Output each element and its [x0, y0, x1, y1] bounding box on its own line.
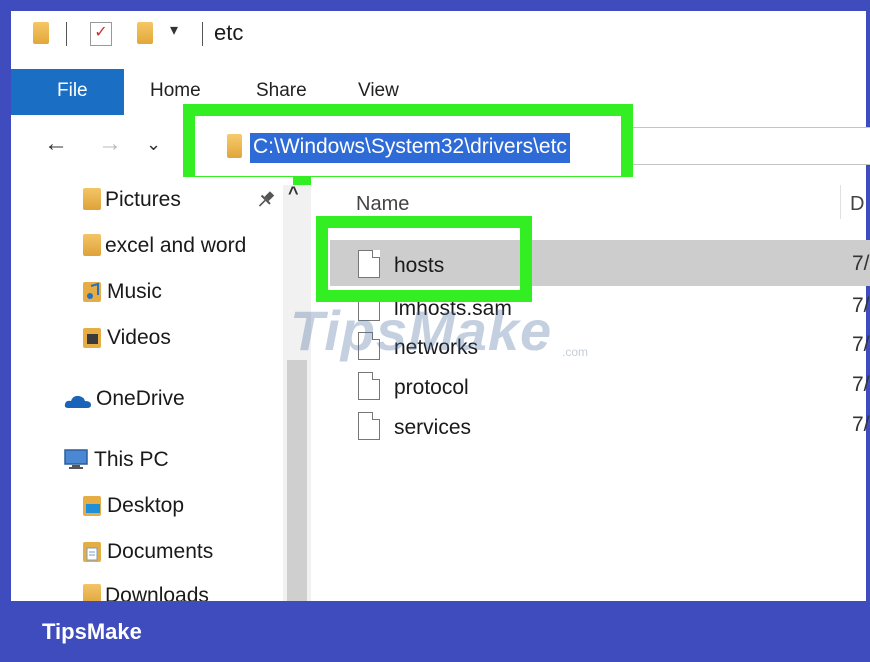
pictures-folder-icon [83, 188, 101, 210]
window-title: etc [214, 20, 244, 45]
file-icon [358, 372, 380, 400]
file-date: 7/ [852, 373, 870, 396]
customize-dropdown-icon[interactable]: ▾ [170, 20, 178, 40]
documents-folder-icon [83, 540, 103, 568]
computer-icon [64, 448, 90, 476]
column-header-date[interactable]: D [850, 193, 864, 216]
back-arrow-icon[interactable]: ← [44, 130, 68, 158]
onedrive-cloud-icon [64, 391, 92, 415]
file-name: services [394, 416, 472, 439]
file-date: 7/ [852, 333, 870, 356]
watermark-logo: TipsMake [290, 299, 553, 362]
sidebar-item-label: Music [107, 280, 162, 303]
file-name: protocol [394, 376, 469, 399]
tab-view[interactable]: View [358, 80, 399, 102]
file-date: 7/ [852, 252, 870, 275]
sidebar-item-label: excel and word [105, 234, 247, 257]
frame-right-border [866, 0, 870, 662]
sidebar-item-label: Pictures [105, 188, 181, 211]
sidebar-item-label: This PC [94, 448, 169, 471]
scroll-up-chevron-icon[interactable]: ^ [288, 183, 299, 204]
hosts-highlight-box [316, 216, 532, 302]
sidebar-item-documents[interactable]: Documents [83, 540, 213, 570]
sidebar-item-pictures[interactable]: Pictures [83, 188, 181, 218]
tab-home[interactable]: Home [150, 80, 201, 102]
new-folder-icon[interactable] [137, 22, 153, 44]
file-row-services[interactable]: services [358, 412, 471, 446]
recent-locations-chevron-icon[interactable]: ⌄ [146, 134, 161, 155]
sidebar-item-music[interactable]: Music [83, 280, 162, 310]
desktop-folder-icon [83, 494, 103, 522]
column-header-name[interactable]: Name [356, 193, 409, 216]
address-bar-extension[interactable] [633, 127, 870, 165]
file-row-protocol[interactable]: protocol [358, 372, 469, 406]
sidebar-item-this-pc[interactable]: This PC [64, 448, 169, 478]
sidebar-item-desktop[interactable]: Desktop [83, 494, 184, 524]
sidebar-item-label: Desktop [107, 494, 185, 517]
sidebar-item-videos[interactable]: Videos [83, 326, 171, 356]
file-date: 7/ [852, 413, 870, 436]
tab-file[interactable]: File [11, 69, 124, 115]
address-path-input[interactable]: C:\Windows\System32\drivers\etc [250, 133, 570, 163]
music-folder-icon [83, 280, 103, 308]
sidebar-item-label: OneDrive [96, 387, 185, 410]
frame-left-border [0, 0, 11, 662]
folder-icon[interactable] [33, 22, 49, 44]
file-icon [358, 412, 380, 440]
sidebar-item-label: Videos [107, 326, 171, 349]
tab-share[interactable]: Share [256, 80, 307, 102]
watermark-suffix: .com [562, 345, 589, 359]
sidebar-item-label: Documents [107, 540, 214, 563]
nav-pane-scroll-thumb[interactable] [287, 360, 307, 602]
videos-folder-icon [83, 326, 103, 354]
toolbar-separator [66, 22, 67, 46]
column-divider[interactable] [840, 185, 841, 219]
folder-icon [227, 134, 242, 158]
sidebar-item-excel-and-word[interactable]: excel and word [83, 234, 246, 264]
file-date: 7/ [852, 294, 870, 317]
sidebar-item-onedrive[interactable]: OneDrive [64, 387, 185, 417]
forward-arrow-icon[interactable]: → [98, 130, 122, 158]
toolbar-separator [202, 22, 203, 46]
properties-icon[interactable]: ✓ [90, 22, 112, 46]
frame-top-border [0, 0, 870, 11]
banner-brand-text: TipsMake [42, 619, 142, 644]
folder-icon [83, 234, 101, 256]
